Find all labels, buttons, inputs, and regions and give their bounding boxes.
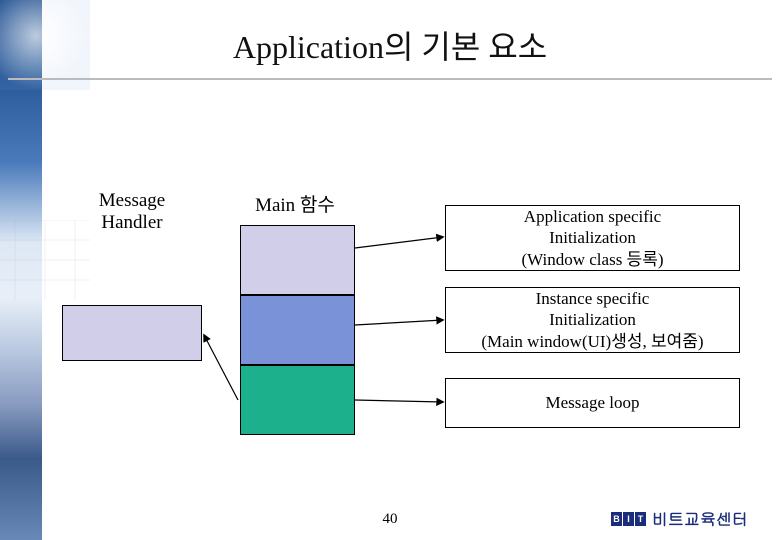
main-stage-box-2 [240, 295, 355, 365]
arrow-stage1-to-text [355, 237, 443, 248]
message-handler-box [62, 305, 202, 361]
brand-logo-icon: BIT [611, 512, 646, 526]
label-message-handler: Message Handler [72, 190, 192, 234]
stage-text-app-init: Application specific Initialization (Win… [445, 205, 740, 271]
title-rule [8, 78, 772, 80]
stage-text-message-loop: Message loop [445, 378, 740, 428]
main-stage-box-1 [240, 225, 355, 295]
arrow-stage3-to-text [355, 400, 443, 402]
arrow-loop-to-handler [204, 335, 238, 400]
main-stage-box-3 [240, 365, 355, 435]
label-main-func: Main 함수 [230, 190, 360, 217]
left-deco-stripe [0, 0, 42, 540]
stage-text-instance-init: Instance specific Initialization (Main w… [445, 287, 740, 353]
slide-title: Application의 기본 요소 [0, 22, 780, 68]
arrow-stage2-to-text [355, 320, 443, 325]
brand-footer: BIT 비트교육센터 [611, 507, 748, 530]
brand-text: 비트교육센터 [652, 507, 748, 530]
